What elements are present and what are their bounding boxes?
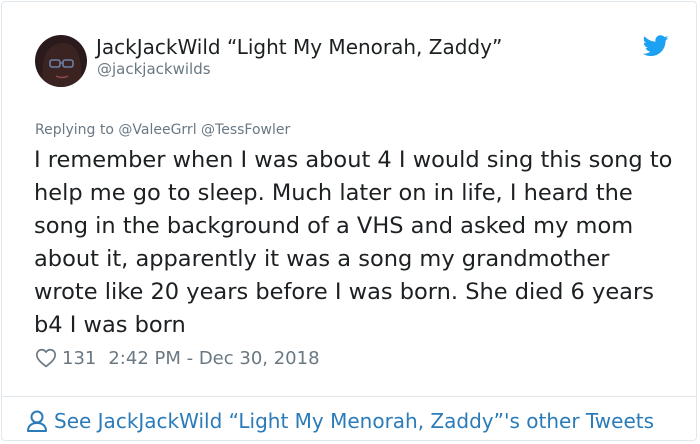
author-screen-name[interactable]: @jackjackwilds	[97, 60, 211, 78]
mention-link-tessfowler[interactable]: @TessFowler	[201, 122, 290, 138]
avatar[interactable]	[35, 35, 87, 87]
tweet-timestamp[interactable]: 2:42 PM - Dec 30, 2018	[108, 348, 319, 369]
tweet-card: JackJackWild “Light My Menorah, Zaddy” @…	[1, 1, 697, 441]
like-count[interactable]: 131	[62, 348, 96, 369]
mention-link-valeegrrl[interactable]: @ValeeGrrl	[118, 122, 196, 138]
other-tweets-label: See JackJackWild “Light My Menorah, Zadd…	[54, 409, 655, 433]
other-tweets-link[interactable]: See JackJackWild “Light My Menorah, Zadd…	[26, 406, 654, 436]
replying-to-label: Replying to	[35, 122, 119, 138]
avatar-image	[35, 35, 87, 87]
heart-icon[interactable]	[35, 347, 57, 369]
replying-to-line: Replying to @ValeeGrrl @TessFowler	[35, 122, 290, 139]
tweet-text: I remember when I was about 4 I would si…	[34, 147, 673, 338]
tweet-meta: 131 2:42 PM - Dec 30, 2018	[35, 345, 320, 371]
twitter-bird-icon[interactable]	[643, 35, 669, 57]
author-display-name[interactable]: JackJackWild “Light My Menorah, Zaddy”	[96, 35, 502, 59]
person-icon	[27, 410, 47, 432]
footer-divider	[2, 396, 696, 397]
